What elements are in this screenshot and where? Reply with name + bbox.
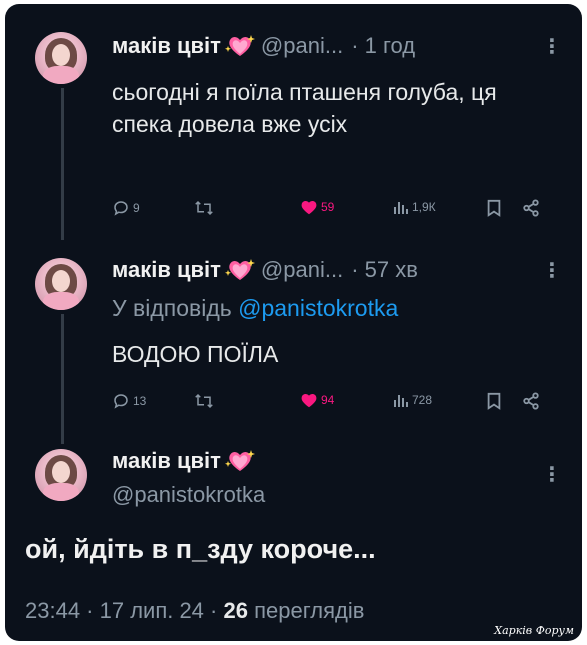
bookmark-icon (487, 392, 501, 410)
like-count: 59 (321, 200, 335, 214)
avatar[interactable] (35, 449, 87, 501)
views-icon (394, 395, 408, 407)
reply-button[interactable]: 13 (112, 392, 146, 410)
views-label: переглядів (254, 598, 365, 623)
views-button[interactable]: 1,9К (393, 199, 436, 215)
author-handle[interactable]: @panistokrotka (112, 482, 265, 508)
bookmark-button[interactable] (486, 392, 502, 410)
action-bar: 13 94 728 (112, 392, 552, 416)
avatar[interactable] (35, 32, 87, 84)
sparkling-heart-icon (224, 259, 255, 280)
share-button[interactable] (522, 392, 540, 410)
views-count: 1,9К (412, 200, 436, 214)
thread-line (61, 88, 64, 240)
reply-count: 9 (133, 201, 140, 215)
author-name[interactable]: маків цвіт (112, 33, 221, 59)
like-button[interactable]: 59 (300, 199, 334, 215)
more-icon[interactable]: ⋮ (542, 34, 562, 59)
action-bar: 9 59 1,9К (112, 199, 552, 223)
share-icon (523, 392, 539, 410)
retweet-icon (195, 200, 213, 216)
watermark: Харків Форум (494, 624, 574, 637)
sparkling-heart-icon (224, 35, 255, 56)
author-name[interactable]: маків цвіт (112, 448, 221, 474)
reply-icon (114, 201, 128, 216)
share-button[interactable] (522, 199, 540, 217)
timestamp[interactable]: · 1 год (351, 33, 415, 59)
reply-icon (114, 394, 128, 409)
retweet-button[interactable] (194, 392, 214, 410)
tweet-header: маків цвіт (112, 448, 261, 474)
share-icon (523, 199, 539, 217)
reply-count: 13 (133, 394, 147, 408)
tweet-text: сьогодні я поїла пташеня голуба, ця спек… (112, 79, 497, 137)
bookmark-button[interactable] (486, 199, 502, 217)
tweet-text: ой, йдіть в п_зду короче... (25, 534, 376, 564)
tweet-meta: 23:44 · 17 лип. 24 · 26 переглядів (25, 598, 364, 624)
tweet-text: ВОДОЮ ПОЇЛА (112, 341, 279, 367)
thread-screenshot: маків цвіт @pani... · 1 год ⋮ сьогодні я… (5, 4, 582, 641)
reply-button[interactable]: 9 (112, 199, 140, 217)
views-count: 26 (223, 598, 248, 623)
author-handle[interactable]: @pani... (261, 33, 343, 59)
avatar[interactable] (35, 258, 87, 310)
retweet-button[interactable] (194, 199, 214, 217)
tweet-header: маків цвіт @pani... · 57 хв (112, 257, 418, 283)
sparkling-heart-icon (224, 450, 255, 471)
heart-icon (301, 394, 317, 408)
bookmark-icon (487, 199, 501, 217)
views-count: 728 (412, 393, 433, 407)
heart-icon (301, 201, 317, 215)
reply-prefix: У відповідь (112, 295, 232, 321)
like-button[interactable]: 94 (300, 392, 334, 408)
retweet-icon (195, 393, 213, 409)
thread-line (61, 314, 64, 444)
timestamp[interactable]: · 57 хв (351, 257, 418, 283)
more-icon[interactable]: ⋮ (542, 462, 562, 487)
author-handle[interactable]: @pani... (261, 257, 343, 283)
author-name[interactable]: маків цвіт (112, 257, 221, 283)
views-button[interactable]: 728 (393, 392, 432, 408)
like-count: 94 (321, 393, 335, 407)
more-icon[interactable]: ⋮ (542, 258, 562, 283)
timestamp[interactable]: 23:44 · 17 лип. 24 · (25, 598, 217, 623)
tweet-header: маків цвіт @pani... · 1 год (112, 33, 415, 59)
reply-to-link[interactable]: @panistokrotka (238, 295, 398, 321)
views-icon (394, 202, 408, 214)
reply-context: У відповідь @panistokrotka (112, 292, 532, 324)
